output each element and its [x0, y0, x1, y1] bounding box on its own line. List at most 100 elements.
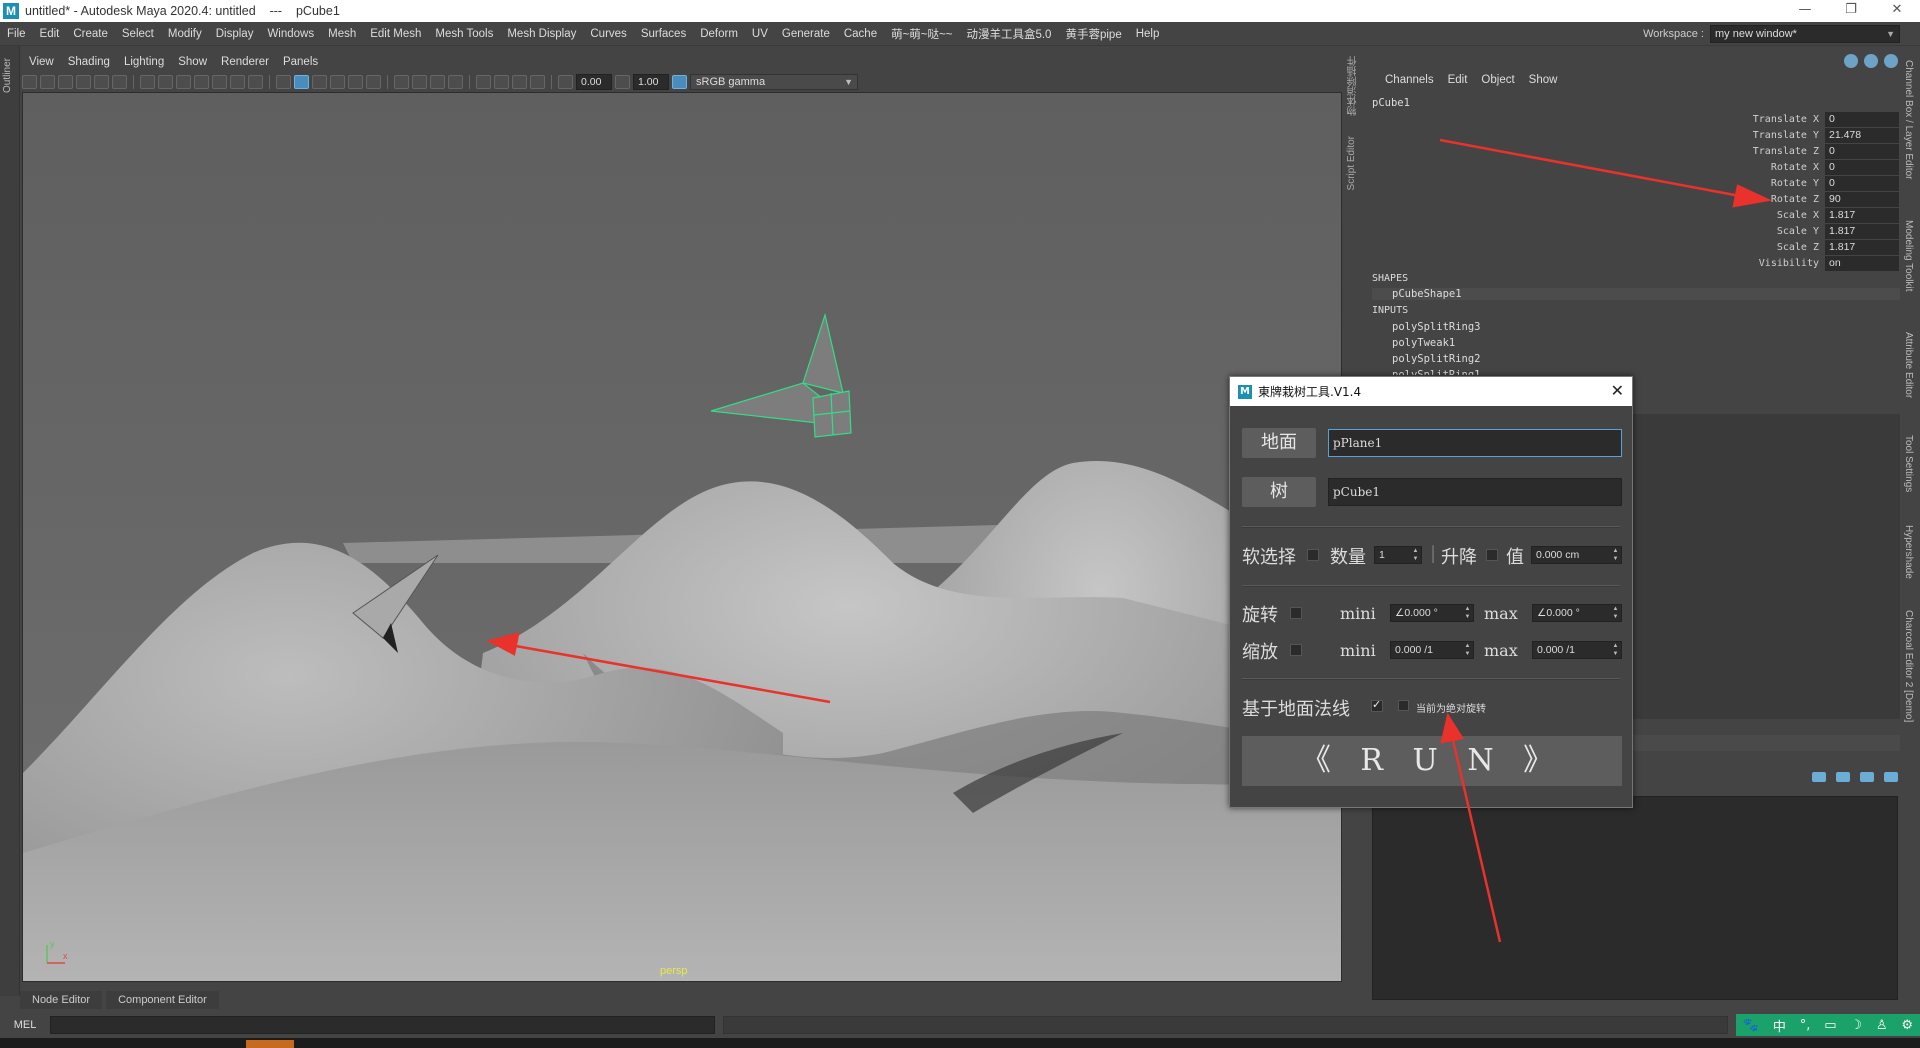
spinner-arrows-icon[interactable]: ▲ ▼	[1611, 547, 1620, 563]
ime-keyboard-icon[interactable]: ▭	[1824, 1018, 1836, 1033]
menu-create[interactable]: Create	[66, 28, 115, 40]
image-plane-icon[interactable]	[76, 75, 91, 89]
spinner-arrows-icon[interactable]: ▲ ▼	[1463, 605, 1472, 621]
attr-value[interactable]: 1.817	[1825, 223, 1899, 239]
menu-modify[interactable]: Modify	[161, 28, 209, 40]
spinner-arrows-icon[interactable]: ▲ ▼	[1463, 642, 1472, 658]
close-button[interactable]: ✕	[1874, 0, 1920, 22]
ime-chinese-mode[interactable]: 中	[1773, 1016, 1786, 1035]
viewport-3d[interactable]: x y persp	[22, 92, 1342, 982]
attr-value[interactable]: 21.478	[1825, 127, 1899, 143]
tab-node-editor[interactable]: Node Editor	[20, 991, 103, 1009]
menu-display[interactable]: Display	[209, 28, 261, 40]
channels-edit-menu[interactable]: Edit	[1441, 74, 1475, 86]
rotate-checkbox[interactable]	[1290, 607, 1302, 619]
safe-action-icon[interactable]	[230, 75, 245, 89]
attr-row-visibility[interactable]: Visibility on	[1710, 255, 1899, 271]
anti-aliasing-icon[interactable]	[430, 75, 445, 89]
backface-culling-icon[interactable]	[530, 75, 545, 89]
exposure-icon[interactable]	[558, 75, 573, 89]
ground-pick-button[interactable]: 地面	[1242, 428, 1316, 458]
safe-title-icon[interactable]	[248, 75, 263, 89]
attr-row-scale-x[interactable]: Scale X 1.817	[1710, 207, 1899, 223]
isolate-select-icon[interactable]	[476, 75, 491, 89]
pan-zoom-icon[interactable]	[112, 75, 127, 89]
attr-value[interactable]: 0	[1825, 159, 1899, 175]
shape-node[interactable]: pCubeShape1	[1372, 288, 1900, 300]
menu-custom-2[interactable]: 动漫羊工具盒5.0	[959, 26, 1058, 42]
tree-pick-button[interactable]: 树	[1242, 477, 1316, 507]
input-node[interactable]: polySplitRing3	[1392, 321, 1481, 333]
input-node[interactable]: polySplitRing1	[1392, 369, 1481, 375]
gamma-field[interactable]: 1.00	[633, 74, 669, 90]
tool-settings-icon[interactable]	[1884, 54, 1898, 68]
minimize-button[interactable]: —	[1782, 0, 1828, 22]
tool-window-titlebar[interactable]: M 東牌栽树工具.V1.4 ✕	[1230, 377, 1632, 406]
menu-generate[interactable]: Generate	[775, 28, 837, 40]
menu-mesh[interactable]: Mesh	[321, 28, 363, 40]
resolution-gate-icon[interactable]	[176, 75, 191, 89]
menu-cache[interactable]: Cache	[837, 28, 884, 40]
attr-value[interactable]: 90	[1825, 191, 1899, 207]
attr-value[interactable]: 0	[1825, 143, 1899, 159]
menu-mesh-display[interactable]: Mesh Display	[500, 28, 583, 40]
textured-icon[interactable]	[330, 75, 345, 89]
camera-attributes-icon[interactable]	[40, 75, 55, 89]
attribute-editor-icon[interactable]	[1864, 54, 1878, 68]
menu-surfaces[interactable]: Surfaces	[634, 28, 693, 40]
attr-value[interactable]: 0	[1825, 111, 1899, 127]
exposure-field[interactable]: 0.00	[576, 74, 612, 90]
viewport-menu-lighting[interactable]: Lighting	[117, 56, 171, 68]
scale-max-stepper[interactable]: 0.000 /1 ▲ ▼	[1532, 641, 1622, 659]
grease-pencil-icon[interactable]	[94, 75, 109, 89]
attr-row-rotate-y[interactable]: Rotate Y 0	[1710, 175, 1899, 191]
menu-edit-mesh[interactable]: Edit Mesh	[363, 28, 428, 40]
scale-min-stepper[interactable]: 0.000 /1 ▲ ▼	[1390, 641, 1474, 659]
taskbar-app-icon[interactable]	[246, 1040, 294, 1048]
viewport-menu-show[interactable]: Show	[171, 56, 214, 68]
smooth-shade-icon[interactable]	[294, 75, 309, 89]
close-icon[interactable]: ✕	[1611, 381, 1624, 400]
channels-menu[interactable]: Channels	[1378, 74, 1441, 86]
attr-row-scale-z[interactable]: Scale Z 1.817	[1710, 239, 1899, 255]
motion-blur-icon[interactable]	[412, 75, 427, 89]
color-space-dropdown[interactable]: sRGB gamma ▼	[690, 74, 858, 90]
viewport-menu-shading[interactable]: Shading	[61, 56, 117, 68]
attr-row-rotate-z[interactable]: Rotate Z 90	[1710, 191, 1899, 207]
input-node[interactable]: polySplitRing2	[1392, 353, 1481, 365]
ime-punctuation-icon[interactable]: °,	[1800, 1018, 1811, 1033]
workspace-dropdown[interactable]: my new window* ▼	[1710, 25, 1900, 43]
attr-row-rotate-x[interactable]: Rotate X 0	[1710, 159, 1899, 175]
xray-icon[interactable]	[494, 75, 509, 89]
menu-uv[interactable]: UV	[745, 28, 775, 40]
gate-mask-icon[interactable]	[194, 75, 209, 89]
attr-row-translate-x[interactable]: Translate X 0	[1710, 111, 1899, 127]
viewport-menu-renderer[interactable]: Renderer	[214, 56, 276, 68]
film-gate-icon[interactable]	[158, 75, 173, 89]
ambient-occlusion-icon[interactable]	[394, 75, 409, 89]
move-layer-down-icon[interactable]	[1836, 772, 1850, 782]
ime-settings-icon[interactable]: ⚙	[1901, 1018, 1913, 1033]
channels-object-menu[interactable]: Object	[1474, 74, 1521, 86]
menu-deform[interactable]: Deform	[693, 28, 745, 40]
attr-row-translate-z[interactable]: Translate Z 0	[1710, 143, 1899, 159]
depth-of-field-icon[interactable]	[448, 75, 463, 89]
bookmark-icon[interactable]	[58, 75, 73, 89]
raise-checkbox[interactable]	[1486, 549, 1498, 561]
input-node[interactable]: polyTweak1	[1392, 337, 1455, 349]
menu-mesh-tools[interactable]: Mesh Tools	[428, 28, 500, 40]
spinner-arrows-icon[interactable]: ▲ ▼	[1411, 547, 1420, 563]
command-input[interactable]	[50, 1016, 715, 1034]
camera-icon[interactable]	[22, 75, 37, 89]
xray-joints-icon[interactable]	[512, 75, 527, 89]
ime-skin-icon[interactable]: ☽	[1850, 1018, 1862, 1033]
new-layer-icon[interactable]	[1860, 772, 1874, 782]
menu-file[interactable]: File	[0, 28, 33, 40]
soft-select-checkbox[interactable]	[1307, 549, 1319, 561]
menu-help[interactable]: Help	[1129, 28, 1167, 40]
menu-windows[interactable]: Windows	[260, 28, 321, 40]
rotate-max-stepper[interactable]: ∠0.000 ° ▲ ▼	[1532, 604, 1622, 622]
attr-value[interactable]: on	[1825, 255, 1899, 271]
menu-custom-1[interactable]: 萌~萌~哒~~	[884, 26, 959, 42]
spinner-arrows-icon[interactable]: ▲ ▼	[1611, 642, 1620, 658]
